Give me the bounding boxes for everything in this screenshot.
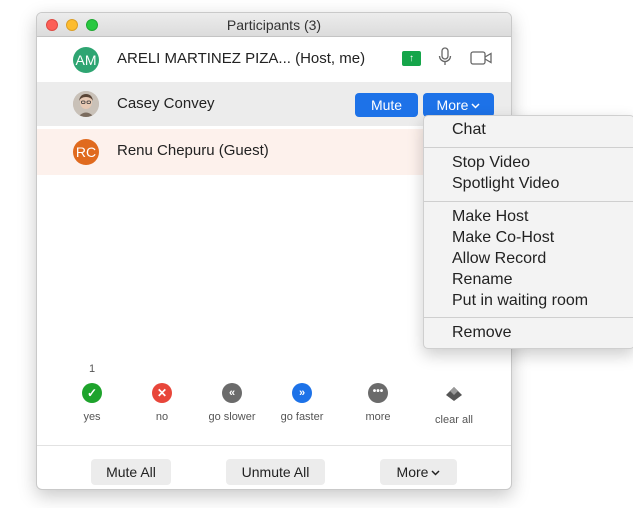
reaction-label: go faster	[280, 411, 324, 423]
menu-item-spotlight-video[interactable]: Spotlight Video	[452, 175, 559, 193]
more-button-label: More	[436, 97, 469, 113]
unmute-all-button[interactable]: Unmute All	[226, 459, 325, 485]
nonverbal-feedback-bar: 1 ✓ yes ✕ no « go slower » go faster •••…	[37, 363, 511, 439]
yes-count: 1	[89, 363, 96, 375]
menu-item-make-host[interactable]: Make Host	[452, 208, 528, 226]
participant-name: Casey Convey	[117, 95, 215, 112]
window-title: Participants (3)	[226, 17, 322, 33]
reaction-go-slower[interactable]: « go slower	[197, 383, 267, 423]
x-icon: ✕	[152, 383, 172, 403]
chevron-down-icon	[431, 470, 440, 476]
more-button-label: More	[396, 464, 429, 480]
fast-forward-icon: »	[292, 383, 312, 403]
divider	[37, 445, 511, 446]
title-bar: Participants (3)	[37, 13, 511, 37]
menu-item-make-co-host[interactable]: Make Co-Host	[452, 229, 554, 247]
menu-separator	[424, 317, 633, 318]
chevron-down-icon	[471, 103, 480, 109]
participant-row-host[interactable]: AM ARELI MARTINEZ PIZA... (Host, me) ↑	[37, 37, 511, 81]
reaction-label: yes	[83, 411, 101, 423]
menu-item-rename[interactable]: Rename	[452, 271, 512, 289]
participant-more-menu: Chat Stop Video Spotlight Video Make Hos…	[423, 115, 633, 349]
rewind-icon: «	[222, 383, 242, 403]
menu-item-put-in-waiting-room[interactable]: Put in waiting room	[452, 292, 588, 310]
reaction-go-faster[interactable]: » go faster	[267, 383, 337, 423]
more-options-button[interactable]: More	[380, 459, 457, 485]
menu-item-chat[interactable]: Chat	[452, 121, 486, 139]
avatar-photo	[73, 91, 99, 117]
avatar: AM	[73, 47, 99, 73]
menu-separator	[424, 147, 633, 148]
menu-item-stop-video[interactable]: Stop Video	[452, 154, 530, 172]
reaction-label: more	[365, 411, 391, 423]
reaction-yes[interactable]: ✓ yes	[57, 383, 127, 423]
participant-more-button[interactable]: More	[423, 93, 494, 117]
share-screen-icon: ↑	[402, 51, 421, 66]
menu-item-remove[interactable]: Remove	[452, 324, 512, 342]
microphone-icon[interactable]	[437, 46, 453, 68]
reaction-more[interactable]: ••• more	[343, 383, 413, 423]
reaction-label: no	[155, 411, 169, 423]
participant-name: Renu Chepuru (Guest)	[117, 142, 269, 159]
check-icon: ✓	[82, 383, 102, 403]
participant-name: ARELI MARTINEZ PIZA... (Host, me)	[117, 50, 366, 67]
mute-participant-button[interactable]: Mute	[355, 93, 418, 117]
mute-all-button[interactable]: Mute All	[91, 459, 171, 485]
ellipsis-icon: •••	[368, 383, 388, 403]
menu-item-allow-record[interactable]: Allow Record	[452, 250, 546, 268]
reaction-label: clear all	[435, 414, 473, 426]
avatar: RC	[73, 139, 99, 165]
reaction-no[interactable]: ✕ no	[127, 383, 197, 423]
reaction-label: go slower	[208, 411, 256, 423]
video-camera-icon[interactable]	[469, 49, 493, 67]
menu-separator	[424, 201, 633, 202]
reaction-clear-all[interactable]: clear all	[419, 383, 489, 426]
eraser-icon	[446, 387, 462, 401]
